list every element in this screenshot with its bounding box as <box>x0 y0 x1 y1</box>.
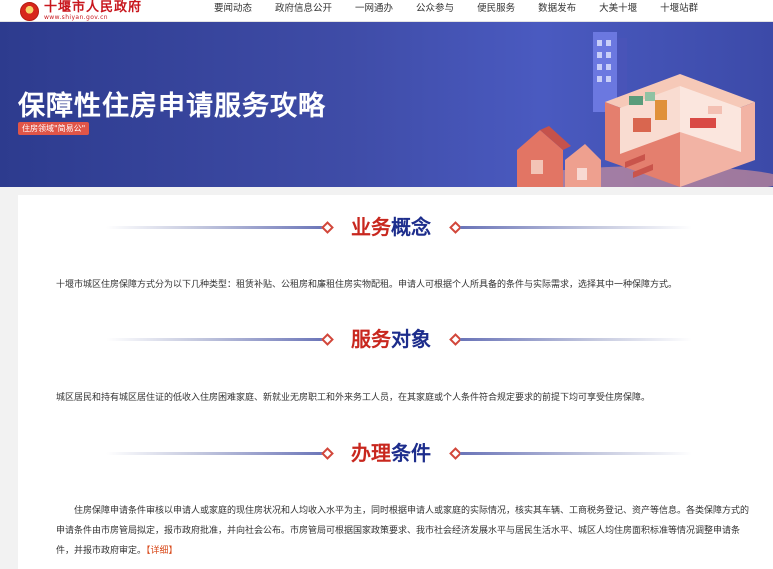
divider-line <box>106 452 326 455</box>
section-text-concept: 十堰市城区住房保障方式分为以下几种类型：租赁补贴、公租房和廉租住房实物配租。申请… <box>56 280 678 290</box>
nav-item-news[interactable]: 要闻动态 <box>214 0 252 20</box>
detail-link[interactable]: 【详细】 <box>146 546 178 556</box>
section-header-conditions: 办理条件 <box>18 438 773 468</box>
site-logo[interactable]: 十堰市人民政府 www.shiyan.gov.cn <box>20 1 142 21</box>
nav-item-public-participation[interactable]: 公众参与 <box>416 0 454 20</box>
divider-line <box>106 226 326 229</box>
page-title: 保障性住房申请服务攻略 <box>18 91 326 122</box>
divider-line <box>460 226 692 229</box>
section-text-conditions: 住房保障申请条件审核以申请人或家庭的现住房状况和人均收入水平为主，同时根据申请人… <box>56 506 750 556</box>
diamond-icon <box>321 447 334 460</box>
nav-item-site-group[interactable]: 十堰站群 <box>660 0 698 20</box>
topic-tag[interactable]: 住房领域"简易公" <box>18 122 90 135</box>
divider-line <box>106 338 326 341</box>
nav-item-services[interactable]: 便民服务 <box>477 0 515 20</box>
section-title: 办理条件 <box>351 441 431 465</box>
diamond-icon <box>321 221 334 234</box>
national-emblem-icon <box>20 1 39 21</box>
housing-illustration <box>517 32 773 187</box>
hero-banner: 保障性住房申请服务攻略 住房领域"简易公" <box>0 22 773 187</box>
divider-line <box>460 338 692 341</box>
section-header-target: 服务对象 <box>18 324 773 354</box>
nav-item-gov-info[interactable]: 政府信息公开 <box>275 0 332 20</box>
nav-item-data[interactable]: 数据发布 <box>538 0 576 20</box>
diamond-icon <box>321 333 334 346</box>
nav-item-beautiful-shiyan[interactable]: 大美十堰 <box>599 0 637 20</box>
section-text-target: 城区居民和持有城区居住证的低收入住房困难家庭、新就业无房职工和外来务工人员，在其… <box>56 393 651 403</box>
top-nav-bar: 十堰市人民政府 www.shiyan.gov.cn 要闻动态 政府信息公开 一网… <box>0 0 773 22</box>
divider-line <box>460 452 692 455</box>
main-nav: 要闻动态 政府信息公开 一网通办 公众参与 便民服务 数据发布 大美十堰 十堰站… <box>214 0 721 20</box>
content-card: 业务概念 十堰市城区住房保障方式分为以下几种类型：租赁补贴、公租房和廉租住房实物… <box>18 195 773 569</box>
site-url: www.shiyan.gov.cn <box>44 14 108 21</box>
section-title: 业务概念 <box>351 215 431 239</box>
nav-item-one-stop[interactable]: 一网通办 <box>355 0 393 20</box>
section-header-concept: 业务概念 <box>18 212 773 242</box>
section-title: 服务对象 <box>351 327 431 351</box>
site-name: 十堰市人民政府 <box>44 0 143 15</box>
